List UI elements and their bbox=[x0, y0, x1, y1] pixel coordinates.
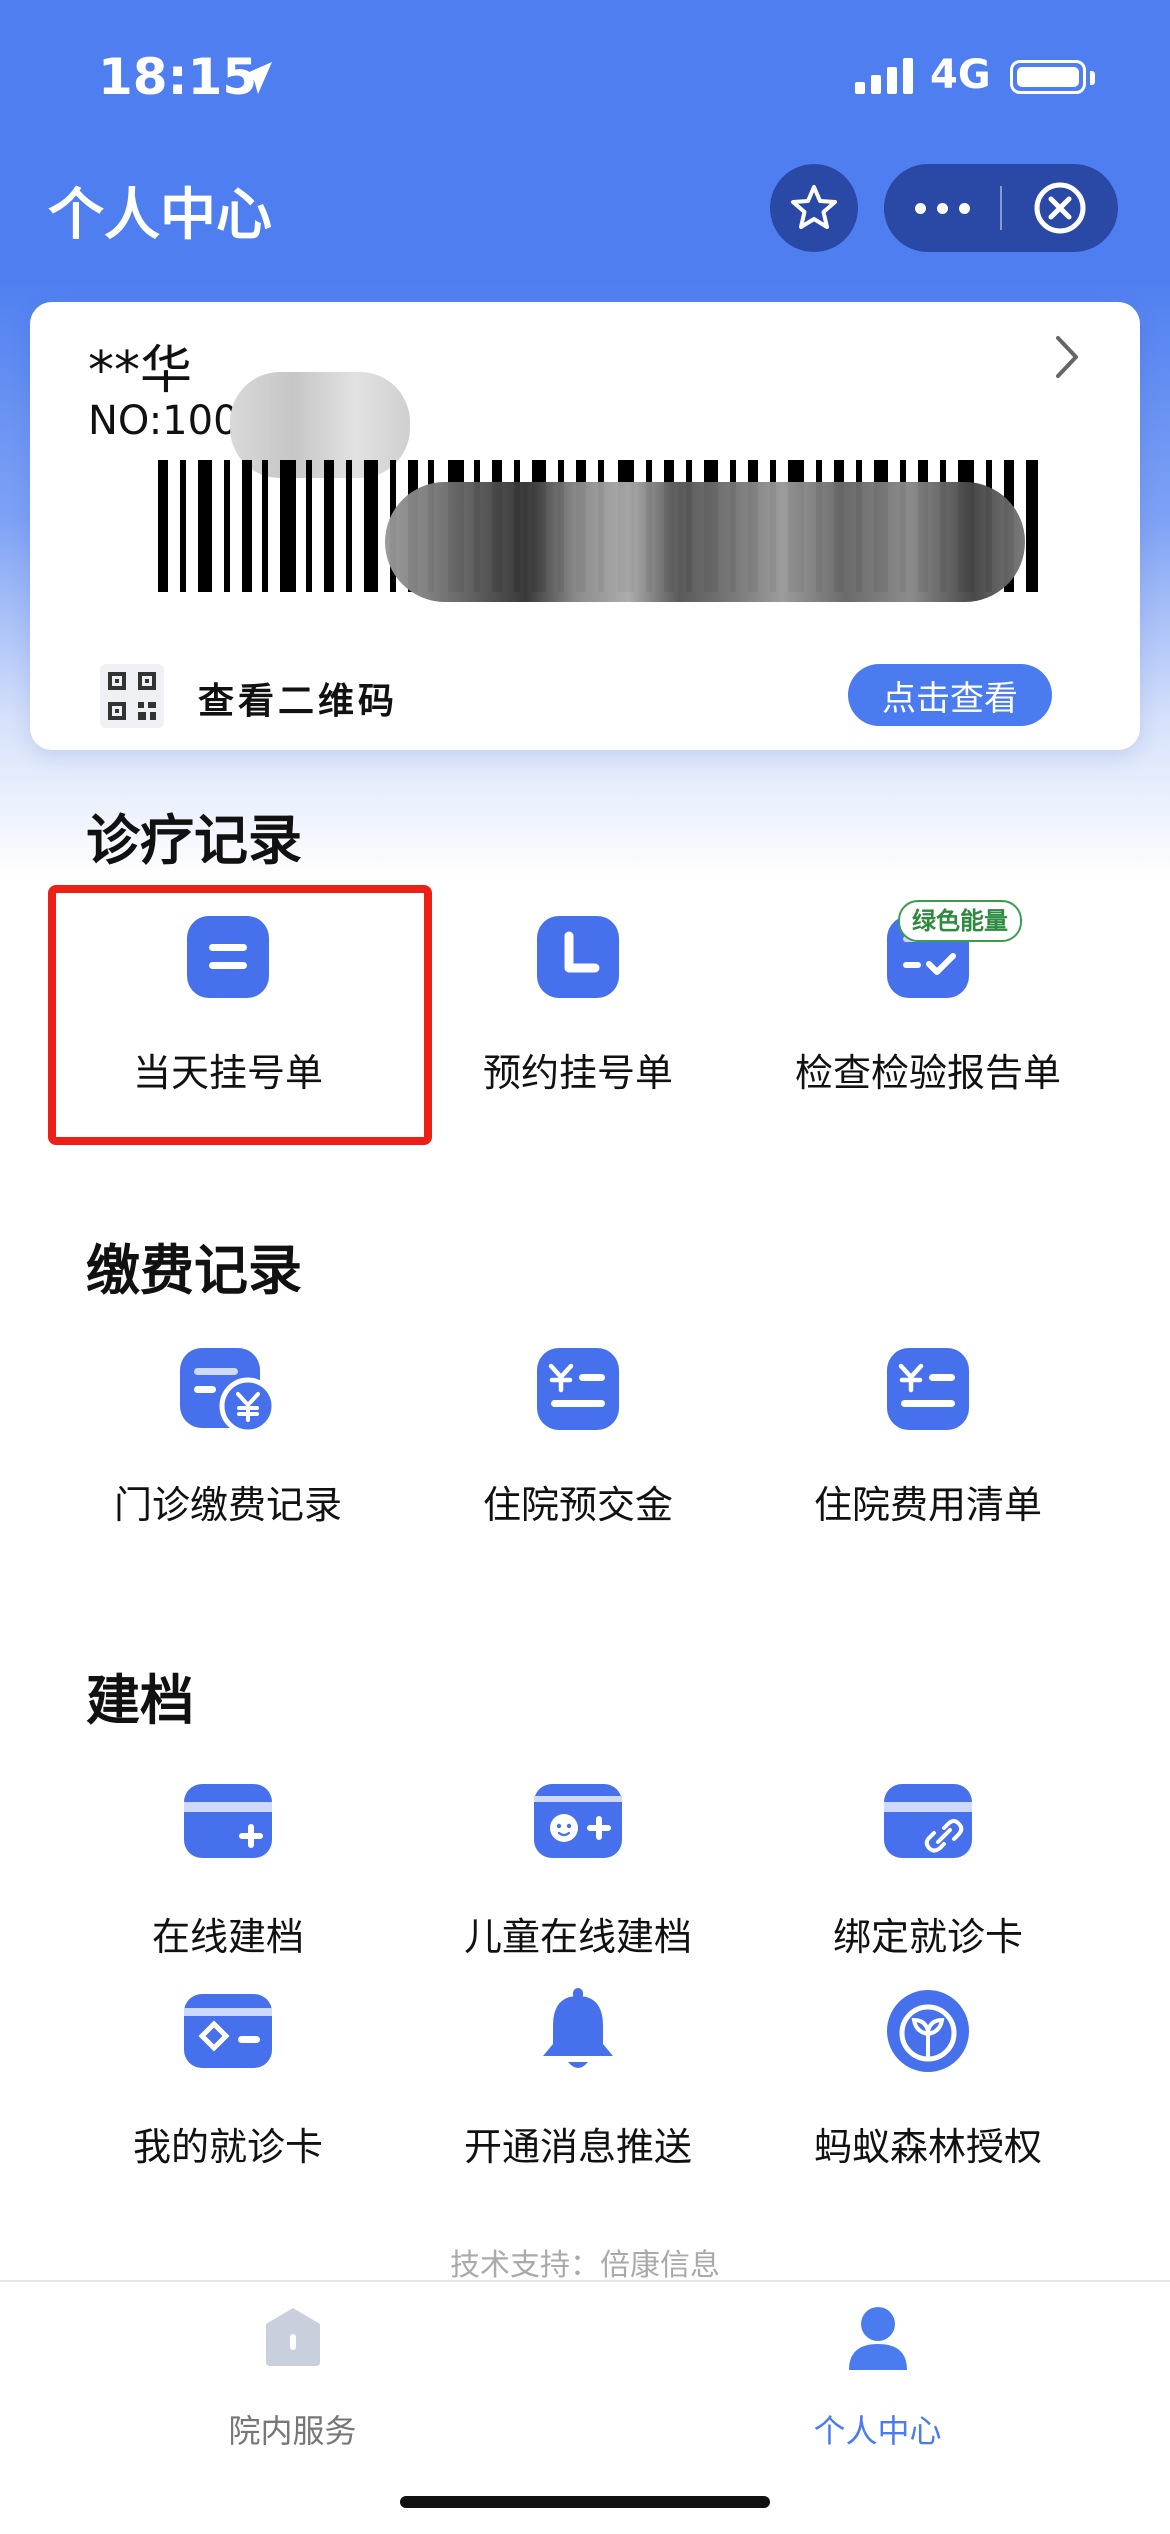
medical-card-icon bbox=[184, 1994, 272, 2068]
favorite-button[interactable] bbox=[770, 164, 858, 252]
mini-program-capsule bbox=[884, 164, 1118, 252]
home-service-icon bbox=[265, 2308, 320, 2366]
grid-item-my-card[interactable]: 我的就诊卡 bbox=[53, 1986, 403, 2206]
status-time: 18:15 bbox=[98, 48, 258, 106]
section-title-records: 诊疗记录 bbox=[86, 809, 302, 872]
view-qr-label[interactable]: 查看二维码 bbox=[198, 672, 398, 724]
tab-label: 个人中心 bbox=[813, 2412, 942, 2450]
grid-item-label: 住院费用清单 bbox=[813, 1483, 1042, 1527]
section-title-payments: 缴费记录 bbox=[86, 1239, 302, 1302]
payment-yen-icon bbox=[180, 1348, 277, 1435]
battery-icon bbox=[1010, 60, 1086, 94]
card-add-icon bbox=[184, 1784, 272, 1858]
more-button[interactable] bbox=[884, 164, 1000, 252]
grid-item-inpatient-deposit[interactable]: 住院预交金 bbox=[403, 1344, 753, 1564]
tab-label: 院内服务 bbox=[228, 2412, 357, 2450]
bell-icon bbox=[543, 1988, 613, 2068]
grid-item-outpatient-payment[interactable]: 门诊缴费记录 bbox=[53, 1344, 403, 1564]
section-title-archive: 建档 bbox=[86, 1669, 194, 1732]
grid-item-label: 预约挂号单 bbox=[482, 1051, 673, 1095]
child-card-icon bbox=[534, 1784, 622, 1858]
grid-item-exam-reports[interactable]: 检查检验报告单 bbox=[753, 912, 1103, 1132]
more-dots-icon bbox=[914, 202, 926, 214]
grid-item-ant-forest[interactable]: 蚂蚁森林授权 bbox=[753, 1986, 1103, 2206]
patient-card[interactable]: **华 NO:100 查看二维码 点击查看 bbox=[30, 302, 1140, 750]
grid-item-label: 绑定就诊卡 bbox=[832, 1915, 1023, 1959]
close-button[interactable] bbox=[1002, 164, 1118, 252]
view-button[interactable]: 点击查看 bbox=[848, 664, 1052, 726]
grid-item-label: 在线建档 bbox=[151, 1915, 304, 1959]
tech-support-text: 技术支持：倍康信息 bbox=[450, 2248, 720, 2283]
grid-item-label: 我的就诊卡 bbox=[132, 2125, 323, 2169]
patient-name: **华 bbox=[88, 341, 193, 401]
grid-item-inpatient-cost-list[interactable]: 住院费用清单 bbox=[753, 1344, 1103, 1564]
battery-tip bbox=[1090, 71, 1095, 85]
tab-personal-center[interactable]: 个人中心 bbox=[585, 2282, 1170, 2482]
grid-item-label: 检查检验报告单 bbox=[794, 1051, 1061, 1095]
grid-item-label: 儿童在线建档 bbox=[463, 1915, 692, 1959]
grid-item-bind-card[interactable]: 绑定就诊卡 bbox=[753, 1776, 1103, 1996]
star-icon bbox=[791, 185, 837, 229]
grid-item-message-push[interactable]: 开通消息推送 bbox=[403, 1986, 753, 2206]
highlight-frame bbox=[48, 885, 432, 1145]
status-bar: 18:15 4G bbox=[0, 0, 1170, 150]
close-circle-icon bbox=[1034, 182, 1086, 234]
card-link-icon bbox=[884, 1784, 972, 1858]
green-energy-badge: 绿色能量 bbox=[898, 900, 1022, 942]
grid-item-appointment-registration[interactable]: 预约挂号单 bbox=[403, 912, 753, 1132]
qr-code-icon[interactable] bbox=[100, 664, 164, 728]
location-arrow-icon bbox=[240, 62, 272, 94]
forest-sprout-icon bbox=[887, 1990, 969, 2072]
grid-item-online-archive[interactable]: 在线建档 bbox=[53, 1776, 403, 1996]
yen-list-icon bbox=[887, 1348, 969, 1430]
network-type: 4G bbox=[930, 52, 991, 98]
grid-item-label: 住院预交金 bbox=[482, 1483, 673, 1527]
clock-icon bbox=[537, 916, 619, 998]
redacted-barcode bbox=[385, 482, 1025, 602]
yen-list-icon bbox=[537, 1348, 619, 1430]
grid-item-label: 开通消息推送 bbox=[463, 2125, 692, 2169]
signal-icon bbox=[855, 58, 913, 94]
grid-item-label: 门诊缴费记录 bbox=[113, 1483, 342, 1527]
chevron-right-icon[interactable] bbox=[1050, 332, 1084, 382]
person-icon bbox=[848, 2307, 907, 2370]
tab-hospital-services[interactable]: 院内服务 bbox=[0, 2282, 585, 2482]
grid-item-child-archive[interactable]: 儿童在线建档 bbox=[403, 1776, 753, 1996]
patient-number: NO:100 bbox=[88, 398, 239, 444]
grid-item-label: 蚂蚁森林授权 bbox=[813, 2125, 1042, 2169]
page-title: 个人中心 bbox=[48, 183, 272, 248]
home-indicator bbox=[400, 2496, 770, 2508]
